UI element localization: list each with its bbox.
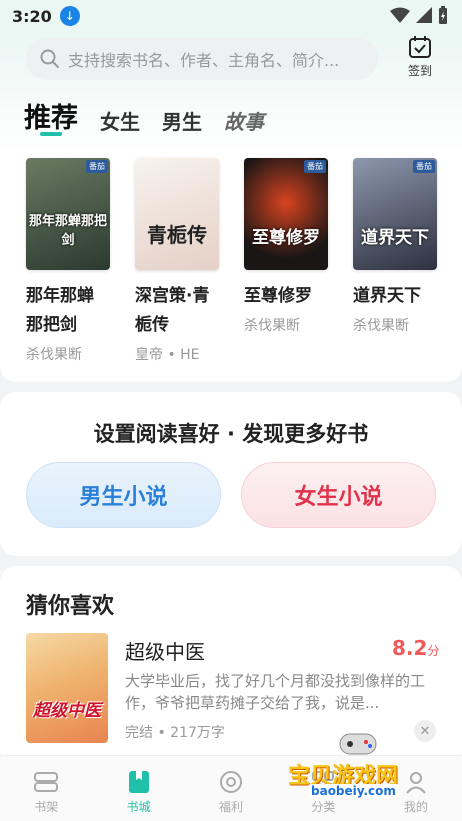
- status-bar: 3:20 ↓: [0, 0, 462, 32]
- nav-label: 我的: [403, 800, 428, 814]
- cover-title: 那年那蝉那把剑: [28, 214, 107, 248]
- download-icon: ↓: [59, 6, 80, 26]
- bookshelf-icon: [34, 772, 59, 792]
- book-title: 至尊修罗: [244, 286, 312, 306]
- guess-title: 猜你喜欢: [26, 594, 115, 619]
- status-time: 3:20: [12, 6, 52, 26]
- nav-bookstore[interactable]: 书城: [92, 756, 184, 821]
- battery-icon: [439, 6, 447, 24]
- book-description: 大学毕业后，找了好几个月都没找到像样的工作，爷爷把草药摊子交给了我，说是...: [125, 672, 426, 712]
- tab-male[interactable]: 男生: [162, 106, 202, 135]
- preference-title: 设置阅读喜好 · 发现更多好书: [93, 422, 369, 446]
- book-item[interactable]: 番茄 那年那蝉那把剑 那年那蝉那把剑 杀伐果断: [26, 158, 110, 364]
- watermark-url: baobeiy.com: [308, 784, 399, 798]
- book-cover: 番茄 至尊修罗: [244, 158, 328, 270]
- cover-title: 超级中医: [33, 701, 101, 721]
- book-item[interactable]: 番茄 道界天下 道界天下 杀伐果断: [353, 158, 437, 364]
- nav-welfare[interactable]: 福利: [185, 756, 277, 821]
- signal-icon: [416, 7, 432, 23]
- calendar-check-icon: [409, 36, 431, 58]
- cover-title: 道界天下: [361, 228, 429, 248]
- cover-badge: 番茄: [413, 160, 435, 173]
- nav-label: 分类: [311, 800, 336, 814]
- tab-story[interactable]: 故事: [224, 106, 264, 135]
- book-item[interactable]: 番茄 至尊修罗 至尊修罗 杀伐果断: [244, 158, 328, 364]
- book-title: 道界天下: [353, 286, 421, 306]
- male-novel-button[interactable]: 男生小说: [26, 462, 221, 528]
- book-cover: 番茄 道界天下: [353, 158, 437, 270]
- nav-label: 福利: [219, 800, 244, 814]
- search-input[interactable]: 支持搜索书名、作者、主角名、简介...: [26, 38, 378, 80]
- book-cover: 青栀传: [135, 158, 219, 270]
- checkin-label: 签到: [407, 64, 432, 78]
- status-icons: [390, 6, 448, 24]
- recommend-section: 支持搜索书名、作者、主角名、简介... 签到 推荐 女生 男生 故事 番茄 那年…: [0, 32, 462, 382]
- search-placeholder: 支持搜索书名、作者、主角名、简介...: [68, 51, 340, 70]
- book-meta: 完结 • 217万字: [125, 725, 225, 741]
- cover-title: 至尊修罗: [252, 228, 320, 248]
- checkin-button[interactable]: 签到: [398, 34, 442, 82]
- cover-title: 青栀传: [147, 223, 207, 247]
- coin-icon: [220, 771, 243, 793]
- cover-badge: 番茄: [304, 160, 326, 173]
- tab-female[interactable]: 女生: [100, 106, 140, 135]
- book-cover: 番茄 那年那蝉那把剑: [26, 158, 110, 270]
- cover-badge: 番茄: [86, 160, 108, 173]
- book-icon: [128, 771, 149, 793]
- nav-label: 书架: [34, 800, 59, 814]
- book-title: 那年那蝉那把剑: [26, 286, 94, 335]
- tab-recommend[interactable]: 推荐: [24, 96, 78, 136]
- nav-bookshelf[interactable]: 书架: [0, 756, 92, 821]
- gamepad-icon: [339, 733, 377, 755]
- book-item[interactable]: 青栀传 深宫策·青栀传 皇帝 • HE: [135, 158, 219, 364]
- score-value: 8.2: [392, 636, 428, 660]
- book-cover[interactable]: 超级中医: [26, 633, 108, 743]
- nav-label: 书城: [126, 800, 151, 814]
- book-score: 8.2分: [392, 636, 439, 660]
- watermark: 宝贝游戏网 baobeiy.com: [280, 730, 440, 800]
- female-novel-button[interactable]: 女生小说: [241, 462, 436, 528]
- wifi-icon: [390, 7, 410, 23]
- book-author: 杀伐果断: [244, 318, 300, 334]
- book-author: 皇帝 • HE: [135, 347, 200, 363]
- book-title[interactable]: 超级中医: [125, 636, 205, 665]
- recommend-book-list: 番茄 那年那蝉那把剑 那年那蝉那把剑 杀伐果断 青栀传 深宫策·青栀传 皇帝 •…: [26, 158, 437, 364]
- reading-preference-card: 设置阅读喜好 · 发现更多好书 男生小说 女生小说: [0, 392, 462, 556]
- score-unit: 分: [427, 644, 440, 658]
- book-title: 深宫策·青栀传: [135, 286, 210, 335]
- search-icon: [40, 49, 59, 68]
- book-author: 杀伐果断: [353, 318, 409, 334]
- book-author: 杀伐果断: [26, 347, 82, 363]
- category-tabs: 推荐 女生 男生 故事: [24, 96, 286, 136]
